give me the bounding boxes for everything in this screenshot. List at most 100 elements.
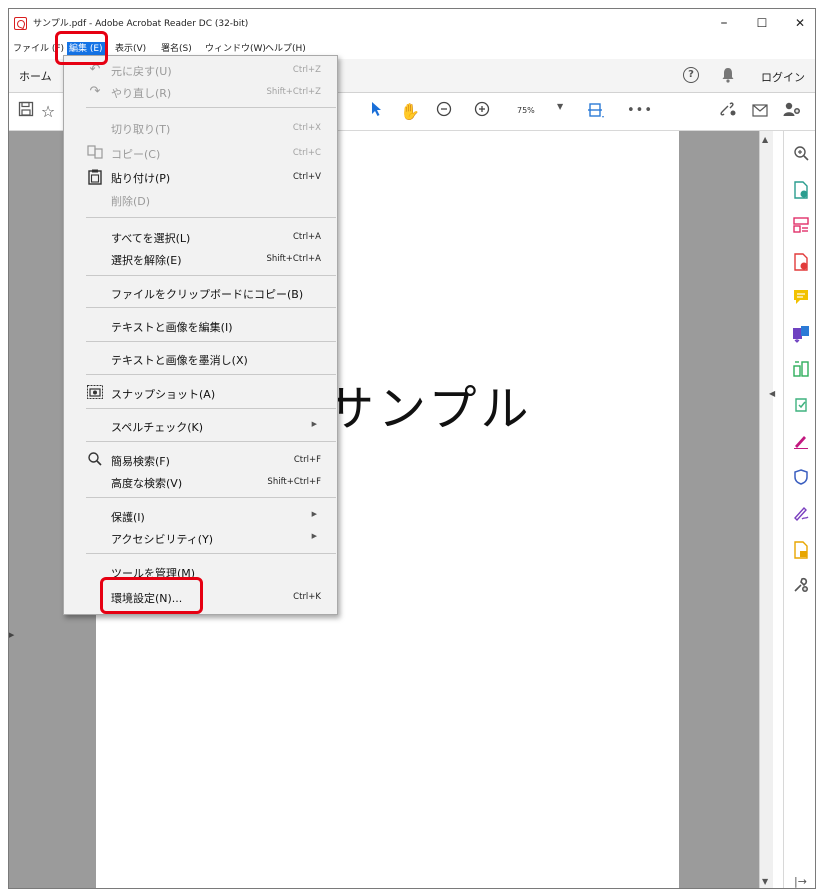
comment-icon[interactable] (792, 289, 810, 307)
scroll-down-icon[interactable]: ▼ (762, 877, 768, 886)
menu-separator (86, 441, 336, 442)
home-tab[interactable]: ホーム (19, 68, 52, 84)
submenu-arrow-icon: ▶ (311, 420, 317, 428)
menu-separator (86, 553, 336, 554)
edit-menu-dropdown: ↶ 元に戻す(U) Ctrl+Z ↷ やり直し(R) Shift+Ctrl+Z … (63, 55, 338, 615)
create-pdf-icon[interactable] (792, 253, 810, 271)
fit-page-icon[interactable] (587, 102, 605, 120)
menu-item-label: 選択を解除(E) (111, 254, 182, 267)
menu-item-label: すべてを選択(L) (111, 232, 191, 245)
sign-pen-icon[interactable] (792, 433, 810, 451)
zoom-level[interactable]: 75% (517, 106, 535, 115)
acrobat-app-icon (14, 17, 27, 30)
fill-sign-icon[interactable] (792, 397, 810, 415)
vertical-scrollbar[interactable]: ▲ ▼ (759, 131, 773, 888)
menu-item-redact[interactable]: テキストと画像を墨消し(X) (64, 348, 337, 370)
menu-item-edit-text-images[interactable]: テキストと画像を編集(I) (64, 315, 337, 337)
menu-item-deselect[interactable]: 選択を解除(E) Shift+Ctrl+A (64, 248, 337, 270)
menu-item-label: スナップショット(A) (111, 388, 216, 401)
menu-separator (86, 275, 336, 276)
zoom-dropdown-icon[interactable]: ▼ (557, 102, 563, 111)
scroll-up-icon[interactable]: ▲ (762, 135, 768, 144)
menu-item-advanced-search[interactable]: 高度な検索(V) Shift+Ctrl+F (64, 471, 337, 493)
search-zoom-icon[interactable] (792, 145, 810, 163)
organize-pages-icon[interactable] (792, 217, 810, 235)
right-panel-toggle-icon[interactable]: ◀ (769, 389, 775, 398)
menu-item-shortcut: Ctrl+A (292, 232, 321, 242)
help-icon[interactable]: ? (683, 67, 699, 83)
zoom-out-icon[interactable] (433, 101, 455, 123)
menu-item-shortcut: Ctrl+F (293, 455, 321, 465)
menu-item-shortcut: Ctrl+X (292, 123, 321, 133)
menu-item-snapshot[interactable]: スナップショット(A) (64, 382, 337, 404)
menu-item-redo[interactable]: ↷ やり直し(R) Shift+Ctrl+Z (64, 81, 337, 103)
combine-files-icon[interactable] (792, 325, 810, 343)
submenu-arrow-icon: ▶ (311, 532, 317, 540)
menu-item-label: 貼り付け(P) (111, 172, 171, 185)
menu-separator (86, 307, 336, 308)
search-icon (86, 452, 104, 468)
close-button[interactable]: ✕ (785, 13, 815, 35)
menu-item-label: 削除(D) (111, 195, 151, 208)
menu-item-find[interactable]: 簡易検索(F) Ctrl+F (64, 449, 337, 471)
menu-item-shortcut: Shift+Ctrl+F (267, 477, 321, 487)
minimize-button[interactable]: – (709, 13, 739, 35)
menu-item-accessibility[interactable]: アクセシビリティ(Y) ▶ (64, 527, 337, 549)
menu-separator (86, 374, 336, 375)
add-user-icon[interactable] (781, 101, 803, 123)
select-pointer-icon[interactable] (365, 101, 387, 123)
menu-item-copy-file-to-clipboard[interactable]: ファイルをクリップボードにコピー(B) (64, 282, 337, 304)
menu-item-protection[interactable]: 保護(I) ▶ (64, 505, 337, 527)
menu-separator (86, 497, 336, 498)
menu-item-label: 高度な検索(V) (111, 477, 183, 490)
menu-item-cut[interactable]: 切り取り(T) Ctrl+X (64, 117, 337, 139)
menu-separator (86, 341, 336, 342)
email-icon[interactable] (749, 101, 771, 123)
menu-item-shortcut: Ctrl+C (292, 148, 321, 158)
camera-icon (86, 385, 104, 401)
login-link[interactable]: ログイン (761, 69, 805, 85)
redo-icon: ↷ (89, 84, 101, 99)
more-tools-wrench-icon[interactable] (792, 577, 810, 595)
bookmark-star-icon[interactable]: ☆ (37, 101, 59, 123)
menu-item-copy[interactable]: コピー(C) Ctrl+C (64, 142, 337, 164)
document-text: サンプル (326, 381, 533, 437)
protect-shield-icon[interactable] (792, 469, 810, 487)
menu-item-label: コピー(C) (111, 148, 161, 161)
edit-pdf-icon[interactable] (792, 361, 810, 379)
menu-item-shortcut: Ctrl+Z (292, 65, 321, 75)
menu-item-delete[interactable]: 削除(D) (64, 189, 337, 211)
menu-item-label: 保護(I) (111, 511, 145, 524)
menu-item-select-all[interactable]: すべてを選択(L) Ctrl+A (64, 226, 337, 248)
share-link-icon[interactable] (717, 101, 739, 123)
menu-item-label: やり直し(R) (111, 87, 172, 100)
more-tools-icon[interactable]: ••• (627, 103, 653, 118)
menu-item-label: スペルチェック(K) (111, 421, 204, 434)
highlight-preferences (100, 577, 203, 614)
send-for-signature-icon[interactable] (792, 541, 810, 559)
menu-item-paste[interactable]: 貼り付け(P) Ctrl+V (64, 166, 337, 188)
collapse-tools-pane-icon[interactable]: |→ (794, 875, 807, 888)
paste-icon (86, 169, 104, 185)
left-panel-toggle-icon[interactable]: ▶ (9, 631, 14, 639)
export-pdf-icon[interactable] (792, 181, 810, 199)
right-tools-pane: |→ (783, 131, 815, 888)
hand-tool-icon[interactable]: ✋ (399, 101, 421, 123)
menu-item-label: 切り取り(T) (111, 123, 171, 136)
menu-separator (86, 408, 336, 409)
menu-item-spellcheck[interactable]: スペルチェック(K) ▶ (64, 415, 337, 437)
menu-item-label: テキストと画像を墨消し(X) (111, 354, 248, 367)
menu-item-label: 元に戻す(U) (111, 65, 172, 78)
zoom-in-icon[interactable] (471, 101, 493, 123)
menu-separator (86, 107, 336, 108)
certificate-signature-icon[interactable] (792, 505, 810, 523)
maximize-button[interactable]: ☐ (747, 13, 777, 35)
notification-bell-icon[interactable] (721, 67, 735, 83)
save-icon[interactable] (15, 101, 37, 123)
menu-item-shortcut: Ctrl+V (292, 172, 321, 182)
title-bar: サンプル.pdf - Adobe Acrobat Reader DC (32-b… (9, 9, 815, 39)
menu-item-shortcut: Shift+Ctrl+A (266, 254, 321, 264)
menu-item-label: テキストと画像を編集(I) (111, 321, 233, 334)
menu-item-label: アクセシビリティ(Y) (111, 533, 214, 546)
submenu-arrow-icon: ▶ (311, 510, 317, 518)
